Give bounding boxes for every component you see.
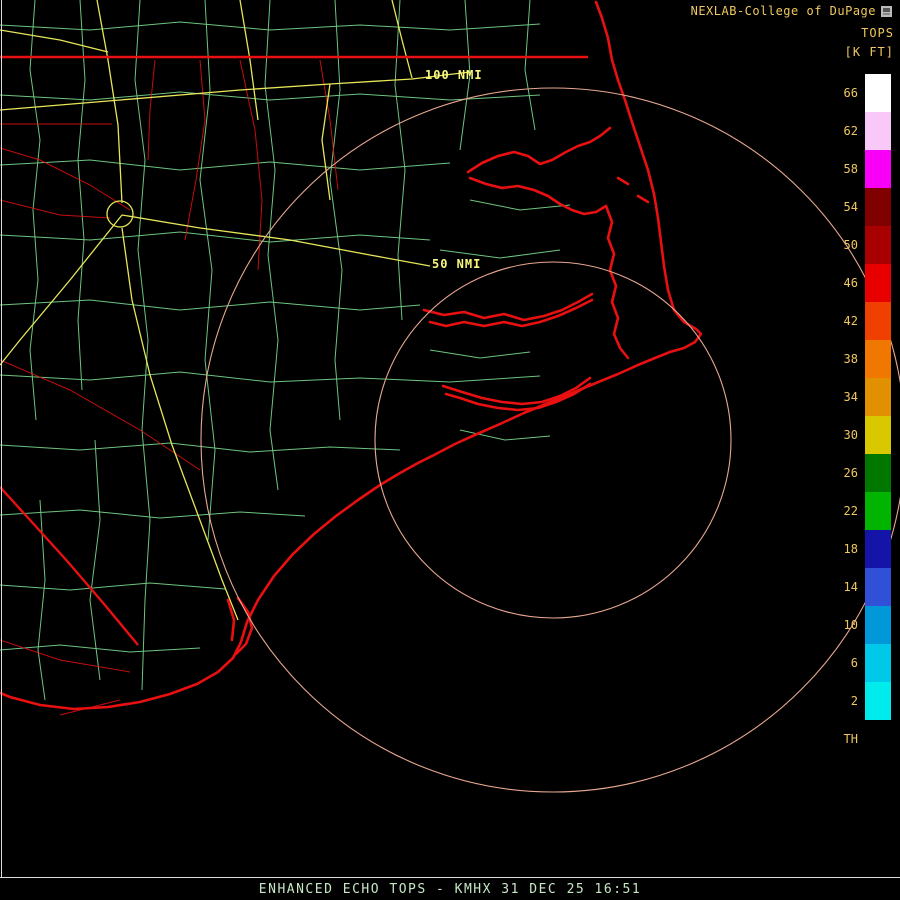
legend-row: 42 <box>820 302 894 340</box>
legend-value: 2 <box>820 694 865 708</box>
legend-scale: 66625854504642383430262218141062TH <box>820 74 894 758</box>
legend: TOPS [K FT] 6662585450464238343026221814… <box>820 26 894 758</box>
legend-color-swatch <box>865 416 891 454</box>
legend-row: 34 <box>820 378 894 416</box>
legend-color-swatch <box>865 150 891 188</box>
legend-value: 34 <box>820 390 865 404</box>
range-ring-100nmi <box>201 88 900 792</box>
site-title: NEXLAB-College of DuPage <box>691 4 876 18</box>
legend-value: 50 <box>820 238 865 252</box>
legend-row: 2 <box>820 682 894 720</box>
legend-color-swatch <box>865 340 891 378</box>
state-border-lines <box>0 57 588 645</box>
legend-color-swatch <box>865 530 891 568</box>
legend-row: 14 <box>820 568 894 606</box>
range-rings: 100 NMI 50 NMI <box>201 68 900 792</box>
legend-color-swatch <box>865 264 891 302</box>
legend-color-swatch <box>865 302 891 340</box>
legend-color-swatch <box>865 720 891 758</box>
highway-lines <box>0 0 470 620</box>
legend-row: 38 <box>820 340 894 378</box>
legend-value: 22 <box>820 504 865 518</box>
legend-color-swatch <box>865 606 891 644</box>
legend-row: 18 <box>820 530 894 568</box>
map-canvas: 100 NMI 50 NMI <box>0 0 900 900</box>
legend-value: 26 <box>820 466 865 480</box>
legend-row: 58 <box>820 150 894 188</box>
legend-row: 66 <box>820 74 894 112</box>
legend-color-swatch <box>865 378 891 416</box>
legend-value: 38 <box>820 352 865 366</box>
site-attribution: NEXLAB-College of DuPage <box>691 4 892 18</box>
legend-color-swatch <box>865 226 891 264</box>
coastline <box>0 2 701 709</box>
legend-color-swatch <box>865 644 891 682</box>
legend-row: 22 <box>820 492 894 530</box>
legend-row: 26 <box>820 454 894 492</box>
radar-product-view: 100 NMI 50 NMI NEXLAB-College of DuPage … <box>0 0 900 900</box>
legend-value: 18 <box>820 542 865 556</box>
legend-row: TH <box>820 720 894 758</box>
frame-border-left <box>1 0 2 877</box>
cod-logo-icon <box>881 6 892 17</box>
legend-title: TOPS <box>820 26 894 40</box>
legend-value: 58 <box>820 162 865 176</box>
secondary-road-lines <box>0 60 338 715</box>
legend-row: 50 <box>820 226 894 264</box>
legend-row: 54 <box>820 188 894 226</box>
legend-color-swatch <box>865 188 891 226</box>
legend-row: 62 <box>820 112 894 150</box>
legend-value: 46 <box>820 276 865 290</box>
legend-row: 46 <box>820 264 894 302</box>
legend-value: 42 <box>820 314 865 328</box>
legend-color-swatch <box>865 74 891 112</box>
frame-border-bottom <box>0 877 900 878</box>
legend-color-swatch <box>865 682 891 720</box>
legend-value: 6 <box>820 656 865 670</box>
legend-color-swatch <box>865 112 891 150</box>
legend-color-swatch <box>865 568 891 606</box>
legend-color-swatch <box>865 492 891 530</box>
legend-value: 62 <box>820 124 865 138</box>
legend-row: 30 <box>820 416 894 454</box>
product-caption: ENHANCED ECHO TOPS - KMHX 31 DEC 25 16:5… <box>0 882 900 897</box>
legend-value: 54 <box>820 200 865 214</box>
range-ring-label-100: 100 NMI <box>425 68 483 82</box>
legend-color-swatch <box>865 454 891 492</box>
legend-value: 66 <box>820 86 865 100</box>
legend-value: 14 <box>820 580 865 594</box>
legend-value: 10 <box>820 618 865 632</box>
legend-row: 6 <box>820 644 894 682</box>
legend-units: [K FT] <box>820 45 894 59</box>
legend-row: 10 <box>820 606 894 644</box>
range-ring-label-50: 50 NMI <box>432 257 481 271</box>
legend-value: TH <box>820 732 865 746</box>
county-boundary-lines <box>0 0 570 700</box>
legend-value: 30 <box>820 428 865 442</box>
